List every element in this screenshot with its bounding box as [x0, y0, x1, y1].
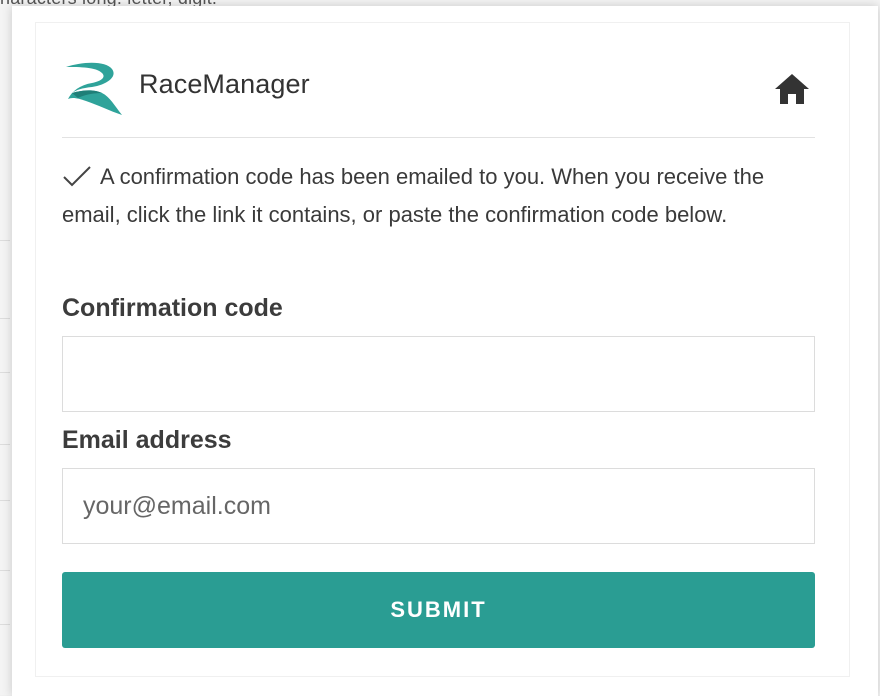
racemanager-r-logo: [66, 62, 122, 115]
home-icon: [775, 74, 809, 104]
confirmation-message-text: A confirmation code has been emailed to …: [62, 164, 765, 227]
email-address-input[interactable]: [62, 468, 815, 544]
confirmation-code-input[interactable]: [62, 336, 815, 412]
check-icon: [63, 166, 91, 187]
submit-button[interactable]: SUBMIT: [62, 572, 815, 648]
email-address-label: Email address: [62, 426, 232, 454]
home-button[interactable]: [772, 69, 812, 109]
card-header: RaceManager: [62, 55, 815, 138]
confirmation-message: A confirmation code has been emailed to …: [62, 158, 802, 234]
confirmation-code-label: Confirmation code: [62, 294, 283, 322]
brand-name: RaceManager: [139, 69, 310, 99]
